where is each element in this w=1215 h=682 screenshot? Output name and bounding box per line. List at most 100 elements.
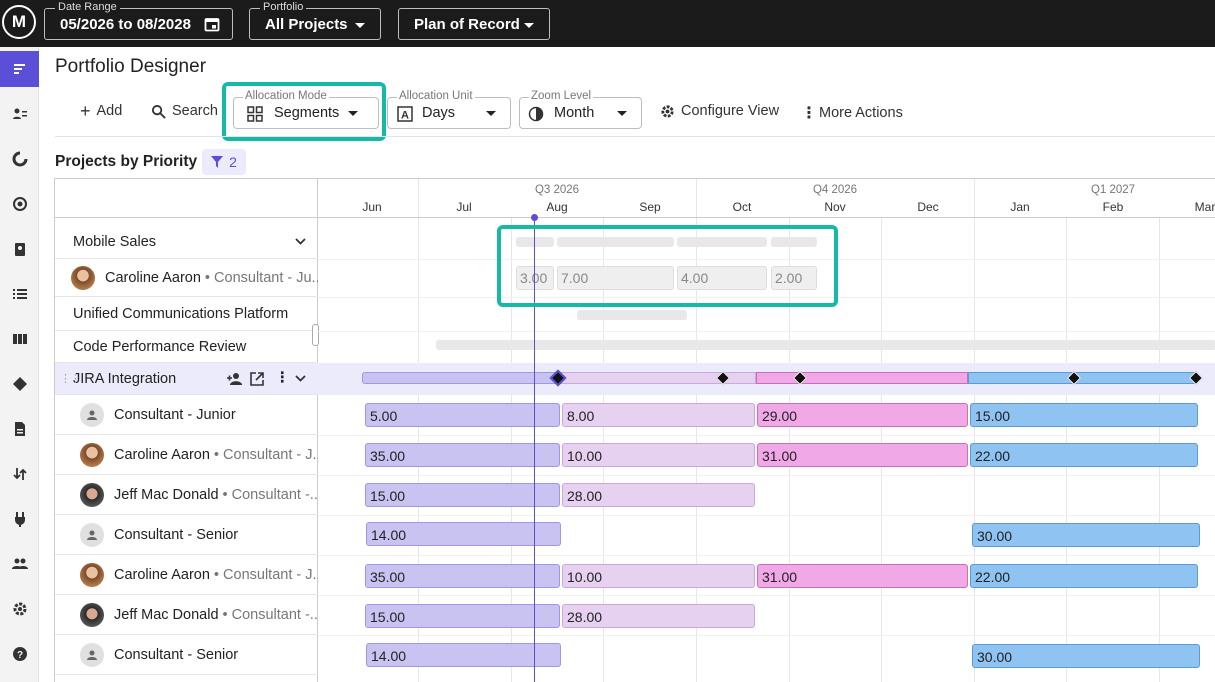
nav-document-icon[interactable] bbox=[0, 411, 39, 447]
allocation-bar[interactable]: 35.00 bbox=[365, 443, 560, 467]
allocation-bar[interactable]: 28.00 bbox=[562, 604, 755, 628]
allocation-bar[interactable]: 15.00 bbox=[365, 483, 560, 507]
resource-name: Consultant - Junior bbox=[114, 406, 236, 423]
nav-gantt-icon[interactable] bbox=[0, 51, 39, 87]
allocation-cell[interactable]: 2.00 bbox=[771, 266, 817, 290]
allocation-bar[interactable]: 22.00 bbox=[970, 443, 1198, 467]
project-row-selected[interactable]: ⋮⋮ JIRA Integration ⋮ bbox=[55, 363, 318, 395]
resource-row[interactable]: Caroline Aaron • Consultant - J... bbox=[55, 555, 318, 595]
allocation-bar[interactable]: 10.00 bbox=[562, 564, 755, 588]
project-bar[interactable] bbox=[557, 237, 674, 247]
nav-badge-icon[interactable] bbox=[0, 231, 39, 267]
allocation-bar[interactable]: 14.00 bbox=[366, 643, 561, 667]
project-bar[interactable] bbox=[577, 310, 687, 320]
gear-icon bbox=[661, 104, 674, 118]
allocation-bar[interactable]: 35.00 bbox=[365, 564, 560, 588]
resource-name: Consultant - Senior bbox=[114, 646, 239, 663]
add-button[interactable]: + Add bbox=[80, 101, 122, 121]
project-row[interactable]: Mobile Sales bbox=[55, 226, 318, 259]
allocation-bar[interactable]: 31.00 bbox=[757, 443, 968, 467]
configure-view-button[interactable]: Configure View bbox=[660, 103, 779, 119]
chevron-down-icon[interactable] bbox=[295, 375, 306, 383]
allocation-bar[interactable]: 22.00 bbox=[970, 564, 1198, 588]
allocation-cell[interactable]: 4.00 bbox=[677, 266, 767, 290]
allocation-bar[interactable]: 5.00 bbox=[365, 403, 560, 427]
more-vert-icon[interactable]: ⋮ bbox=[275, 370, 290, 386]
month-label: Jan bbox=[1010, 200, 1030, 214]
nav-list-icon[interactable] bbox=[0, 276, 39, 312]
portfolio-value: All Projects bbox=[265, 16, 348, 33]
project-row[interactable]: Code Performance Review bbox=[55, 331, 318, 363]
month-label: Nov bbox=[824, 200, 846, 214]
top-bar: M Date Range 05/2026 to 08/2028 Portfoli… bbox=[0, 0, 1215, 47]
calendar-icon[interactable] bbox=[204, 16, 220, 32]
project-bar[interactable] bbox=[771, 237, 817, 247]
avatar bbox=[80, 562, 104, 587]
nav-people-list-icon[interactable] bbox=[0, 96, 39, 132]
month-label: Mar bbox=[1194, 200, 1215, 214]
project-row[interactable]: Unified Communications Platform bbox=[55, 297, 318, 331]
nav-directions-icon[interactable] bbox=[0, 366, 39, 402]
project-bar[interactable] bbox=[677, 237, 767, 247]
header-separator bbox=[318, 217, 1215, 218]
allocation-cell[interactable]: 7.00 bbox=[557, 266, 674, 290]
quarter-label: Q1 2027 bbox=[1090, 184, 1136, 196]
resource-row[interactable]: Jeff Mac Donald • Consultant -... bbox=[55, 595, 318, 635]
allocation-bar[interactable]: 30.00 bbox=[972, 644, 1200, 668]
filter-button[interactable]: 2 bbox=[202, 149, 246, 175]
resource-row[interactable]: Jeff Mac Donald • Consultant -... bbox=[55, 475, 318, 515]
nav-pie-chart-icon[interactable] bbox=[0, 141, 39, 177]
project-segment-bar[interactable] bbox=[968, 372, 1198, 384]
project-bar[interactable] bbox=[436, 340, 1215, 350]
more-actions-label: More Actions bbox=[819, 105, 903, 121]
app-logo[interactable]: M bbox=[2, 5, 36, 39]
resource-name: Caroline Aaron bbox=[114, 566, 210, 583]
resource-row[interactable]: Caroline Aaron • Consultant - J... bbox=[55, 435, 318, 475]
zoom-level-select[interactable]: Zoom Level Month bbox=[519, 90, 642, 129]
more-actions-button[interactable]: ⋮ More Actions bbox=[801, 103, 903, 123]
project-segment-bar[interactable] bbox=[362, 372, 558, 384]
more-vert-icon: ⋮ bbox=[801, 105, 817, 122]
nav-plug-icon[interactable] bbox=[0, 501, 39, 537]
chevron-down-icon bbox=[524, 23, 534, 28]
allocation-mode-select[interactable]: Allocation Mode Segments bbox=[233, 90, 379, 129]
add-person-icon[interactable] bbox=[227, 372, 243, 385]
avatar-placeholder-icon bbox=[80, 402, 104, 427]
chevron-down-icon bbox=[486, 111, 496, 116]
nav-help-icon[interactable]: ? bbox=[0, 636, 39, 672]
project-segment-bar[interactable] bbox=[756, 372, 968, 384]
nav-settings-icon[interactable] bbox=[0, 591, 39, 627]
allocation-bar[interactable]: 15.00 bbox=[970, 403, 1198, 427]
project-bar[interactable] bbox=[516, 237, 554, 247]
drag-handle-icon[interactable]: ⋮⋮ bbox=[60, 372, 81, 385]
allocation-bar[interactable]: 30.00 bbox=[972, 523, 1200, 547]
allocation-bar[interactable]: 15.00 bbox=[365, 604, 560, 628]
nav-swap-icon[interactable] bbox=[0, 456, 39, 492]
allocation-bar[interactable]: 8.00 bbox=[562, 403, 755, 427]
resource-row[interactable]: Caroline Aaron • Consultant - Ju... bbox=[55, 259, 318, 297]
resource-row[interactable]: Consultant - Senior bbox=[55, 515, 318, 555]
allocation-bar[interactable]: 14.00 bbox=[366, 522, 561, 546]
allocation-cell[interactable]: 3.00 bbox=[516, 266, 554, 290]
date-range-field[interactable]: Date Range 05/2026 to 08/2028 bbox=[44, 1, 233, 40]
allocation-bar[interactable]: 28.00 bbox=[562, 483, 755, 507]
avatar bbox=[80, 602, 104, 627]
search-icon bbox=[151, 104, 166, 119]
search-button[interactable]: Search bbox=[151, 103, 218, 119]
plus-icon: + bbox=[80, 101, 91, 121]
open-in-new-icon[interactable] bbox=[250, 372, 264, 386]
nav-columns-icon[interactable] bbox=[0, 321, 39, 357]
portfolio-select[interactable]: Portfolio All Projects bbox=[249, 1, 381, 40]
quarter-divider bbox=[418, 179, 419, 217]
plan-select[interactable]: Plan of Record bbox=[398, 8, 550, 40]
resource-row[interactable]: Consultant - Junior bbox=[55, 395, 318, 435]
resource-row[interactable]: Consultant - Senior bbox=[55, 635, 318, 675]
header-separator bbox=[55, 217, 318, 218]
allocation-bar[interactable]: 29.00 bbox=[757, 403, 968, 427]
allocation-bar[interactable]: 10.00 bbox=[562, 443, 755, 467]
nav-target-icon[interactable] bbox=[0, 186, 39, 222]
nav-team-icon[interactable] bbox=[0, 546, 39, 582]
allocation-bar[interactable]: 31.00 bbox=[757, 564, 968, 588]
allocation-unit-select[interactable]: Allocation Unit A Days bbox=[387, 90, 511, 129]
chevron-down-icon[interactable] bbox=[295, 238, 306, 246]
